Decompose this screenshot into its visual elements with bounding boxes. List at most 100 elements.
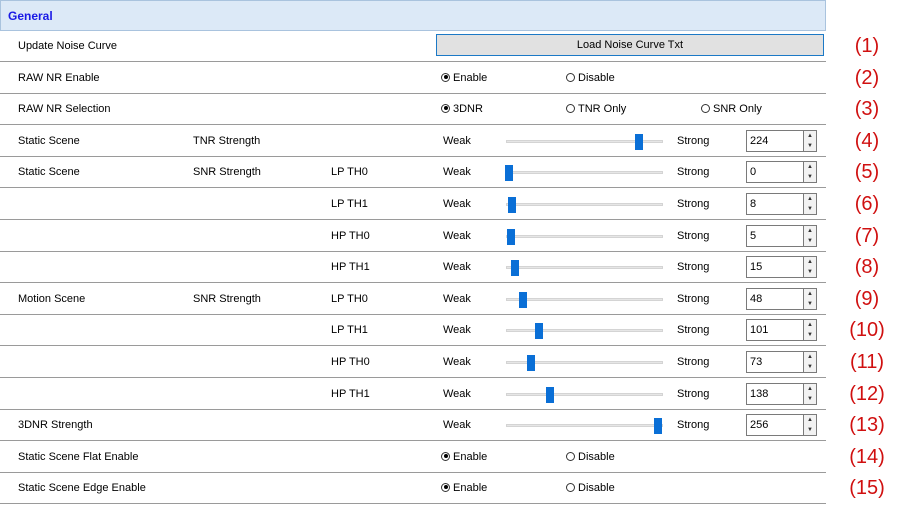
value-spinbox: ▲▼ [746, 225, 817, 247]
row-number-annotation: (3) [854, 98, 880, 120]
spin-buttons: ▲ ▼ [804, 383, 817, 405]
value-input[interactable] [746, 256, 804, 278]
radio-option[interactable]: Disable [566, 63, 615, 94]
settings-row: Static Scene SNR Strength LP TH0 Weak Strong… [0, 157, 826, 188]
load-noise-curve-button[interactable]: Load Noise Curve Txt [436, 34, 824, 56]
spin-down-icon[interactable]: ▼ [804, 204, 816, 214]
noise-reduction-panel: General Update Noise Curve Load Noise Cur… [0, 0, 900, 508]
value-input[interactable] [746, 414, 804, 436]
strength-slider-thumb[interactable] [519, 292, 528, 308]
value-input[interactable] [746, 288, 804, 310]
radio-label: Enable [453, 482, 488, 494]
weak-label: Weak [443, 135, 471, 147]
row-label: Static Scene [18, 135, 80, 147]
radio-unchecked-icon[interactable] [566, 451, 575, 461]
spin-down-icon[interactable]: ▼ [804, 425, 816, 435]
value-input[interactable] [746, 383, 804, 405]
spin-down-icon[interactable]: ▼ [804, 267, 816, 277]
strength-slider-track[interactable] [506, 393, 663, 396]
settings-row: RAW NR Selection 3DNR TNR Only SNR Only [0, 94, 826, 125]
radio-checked-icon[interactable] [441, 72, 450, 82]
weak-label: Weak [443, 324, 471, 336]
settings-row: Static Scene Edge Enable Enable Disable [0, 473, 826, 504]
radio-option[interactable]: Enable [441, 473, 487, 504]
radio-unchecked-icon[interactable] [701, 103, 710, 113]
strength-slider-track[interactable] [506, 266, 663, 269]
settings-row: Update Noise Curve Load Noise Curve Txt [0, 31, 826, 62]
strength-slider-thumb[interactable] [534, 323, 543, 339]
spin-down-icon[interactable]: ▼ [804, 236, 816, 246]
strength-slider-track[interactable] [506, 203, 663, 206]
weak-label: Weak [443, 230, 471, 242]
radio-option[interactable]: Disable [566, 442, 615, 473]
radio-label: Disable [578, 451, 615, 463]
radio-option[interactable]: Enable [441, 63, 487, 94]
spin-down-icon[interactable]: ▼ [804, 299, 816, 309]
spin-down-icon[interactable]: ▼ [804, 330, 816, 340]
radio-label: Disable [578, 482, 615, 494]
strength-slider-track[interactable] [506, 329, 663, 332]
radio-unchecked-icon[interactable] [566, 72, 575, 82]
radio-unchecked-icon[interactable] [566, 103, 575, 113]
strength-slider-track[interactable] [506, 424, 663, 427]
row-number-annotation: (4) [854, 130, 880, 152]
row-number-annotation: (10) [849, 319, 885, 341]
value-spinbox: ▲▼ [746, 256, 817, 278]
value-input[interactable] [746, 319, 804, 341]
strength-slider-thumb[interactable] [527, 355, 536, 371]
value-spinbox: ▲▼ [746, 193, 817, 215]
strength-slider-thumb[interactable] [507, 229, 516, 245]
settings-row: Static Scene TNR Strength Weak Strong ▲▼ [0, 126, 826, 157]
section-title: General [8, 9, 53, 23]
radio-checked-icon[interactable] [441, 451, 450, 461]
radio-option[interactable]: Enable [441, 442, 487, 473]
value-spinbox: ▲▼ [746, 351, 817, 373]
spin-buttons: ▲ ▼ [804, 130, 817, 152]
settings-row: LP TH1 Weak Strong ▲▼ [0, 189, 826, 220]
spin-buttons: ▲ ▼ [804, 414, 817, 436]
spin-down-icon[interactable]: ▼ [804, 394, 816, 404]
radio-unchecked-icon[interactable] [566, 482, 575, 492]
radio-checked-icon[interactable] [441, 103, 450, 113]
value-spinbox: ▲▼ [746, 383, 817, 405]
settings-row: 3DNR Strength Weak Strong ▲▼ [0, 410, 826, 441]
strength-slider-thumb[interactable] [510, 260, 519, 276]
row-threshold-label: HP TH1 [331, 388, 370, 400]
strong-label: Strong [677, 261, 710, 273]
spin-down-icon[interactable]: ▼ [804, 362, 816, 372]
radio-label: Disable [578, 72, 615, 84]
value-input[interactable] [746, 130, 804, 152]
strength-slider-thumb[interactable] [545, 387, 554, 403]
radio-option[interactable]: SNR Only [701, 94, 762, 125]
row-threshold-label: LP TH0 [331, 293, 368, 305]
row-label: Static Scene Flat Enable [18, 451, 139, 463]
strength-slider-thumb[interactable] [635, 134, 644, 150]
strength-slider-thumb[interactable] [654, 418, 663, 434]
weak-label: Weak [443, 293, 471, 305]
spin-buttons: ▲ ▼ [804, 288, 817, 310]
strong-label: Strong [677, 293, 710, 305]
radio-checked-icon[interactable] [441, 482, 450, 492]
section-header[interactable]: General [0, 0, 826, 31]
strength-slider-track[interactable] [506, 298, 663, 301]
row-sublabel: TNR Strength [193, 135, 261, 147]
radio-option[interactable]: Disable [566, 473, 615, 504]
value-input[interactable] [746, 193, 804, 215]
settings-row: LP TH1 Weak Strong ▲▼ [0, 315, 826, 346]
spin-buttons: ▲ ▼ [804, 256, 817, 278]
spin-down-icon[interactable]: ▼ [804, 141, 816, 151]
strength-slider-track[interactable] [506, 235, 663, 238]
strength-slider-thumb[interactable] [505, 165, 514, 181]
radio-option[interactable]: 3DNR [441, 94, 483, 125]
value-input[interactable] [746, 225, 804, 247]
weak-label: Weak [443, 388, 471, 400]
strength-slider-thumb[interactable] [508, 197, 517, 213]
spin-down-icon[interactable]: ▼ [804, 172, 816, 182]
value-input[interactable] [746, 161, 804, 183]
row-number-annotation: (6) [854, 193, 880, 215]
value-input[interactable] [746, 351, 804, 373]
row-label: Motion Scene [18, 293, 86, 305]
strength-slider-track[interactable] [506, 171, 663, 174]
settings-row: HP TH1 Weak Strong ▲▼ [0, 252, 826, 283]
radio-option[interactable]: TNR Only [566, 94, 626, 125]
